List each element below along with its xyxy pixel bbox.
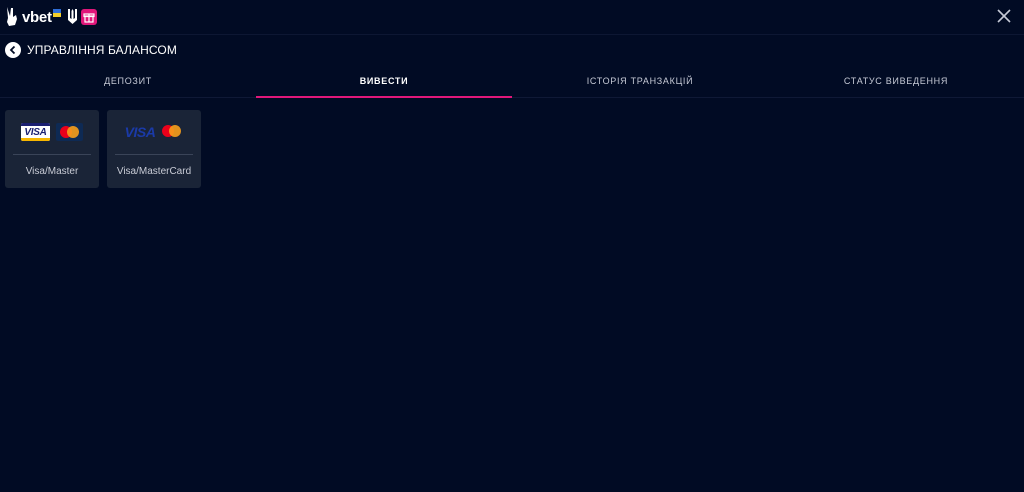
ukraine-flag-icon (52, 9, 61, 17)
payment-method-card[interactable]: VISA Visa/MasterCard (107, 110, 201, 188)
mastercard-logo-icon (161, 125, 183, 139)
tab-transaction-history[interactable]: ІСТОРІЯ ТРАНЗАКЦІЙ (512, 69, 768, 97)
close-icon[interactable] (994, 6, 1014, 26)
payment-method-card[interactable]: VISA Visa/Master (5, 110, 99, 188)
divider (115, 154, 193, 155)
mastercard-logo-icon (56, 123, 83, 141)
payment-method-label: Visa/Master (25, 166, 79, 177)
chevron-left-icon (9, 45, 16, 55)
tab-deposit[interactable]: ДЕПОЗИТ (0, 69, 256, 97)
balance-tabs: ДЕПОЗИТ ВИВЕСТИ ІСТОРІЯ ТРАНЗАКЦІЙ СТАТУ… (0, 69, 1024, 98)
payment-method-label: Visa/MasterCard (116, 166, 192, 177)
divider (13, 154, 91, 155)
balance-header: УПРАВЛІННЯ БАЛАНСОМ (5, 41, 177, 59)
payment-methods-list: VISA Visa/Master VISA Visa/MasterCard (5, 110, 201, 188)
page-title: УПРАВЛІННЯ БАЛАНСОМ (27, 43, 177, 57)
visa-logo-icon: VISA (124, 124, 156, 140)
back-button[interactable] (5, 42, 21, 58)
visa-logo-icon: VISA (21, 123, 50, 141)
trident-icon (67, 9, 77, 24)
vbet-logo[interactable]: vbet (4, 5, 97, 29)
top-bar: vbet (0, 0, 1024, 35)
brand-name: vbet (22, 8, 52, 26)
victory-hand-icon (7, 7, 17, 26)
tab-withdraw[interactable]: ВИВЕСТИ (256, 69, 512, 98)
gift-icon[interactable] (80, 9, 97, 25)
tab-withdrawal-status[interactable]: СТАТУС ВИВЕДЕННЯ (768, 69, 1024, 97)
